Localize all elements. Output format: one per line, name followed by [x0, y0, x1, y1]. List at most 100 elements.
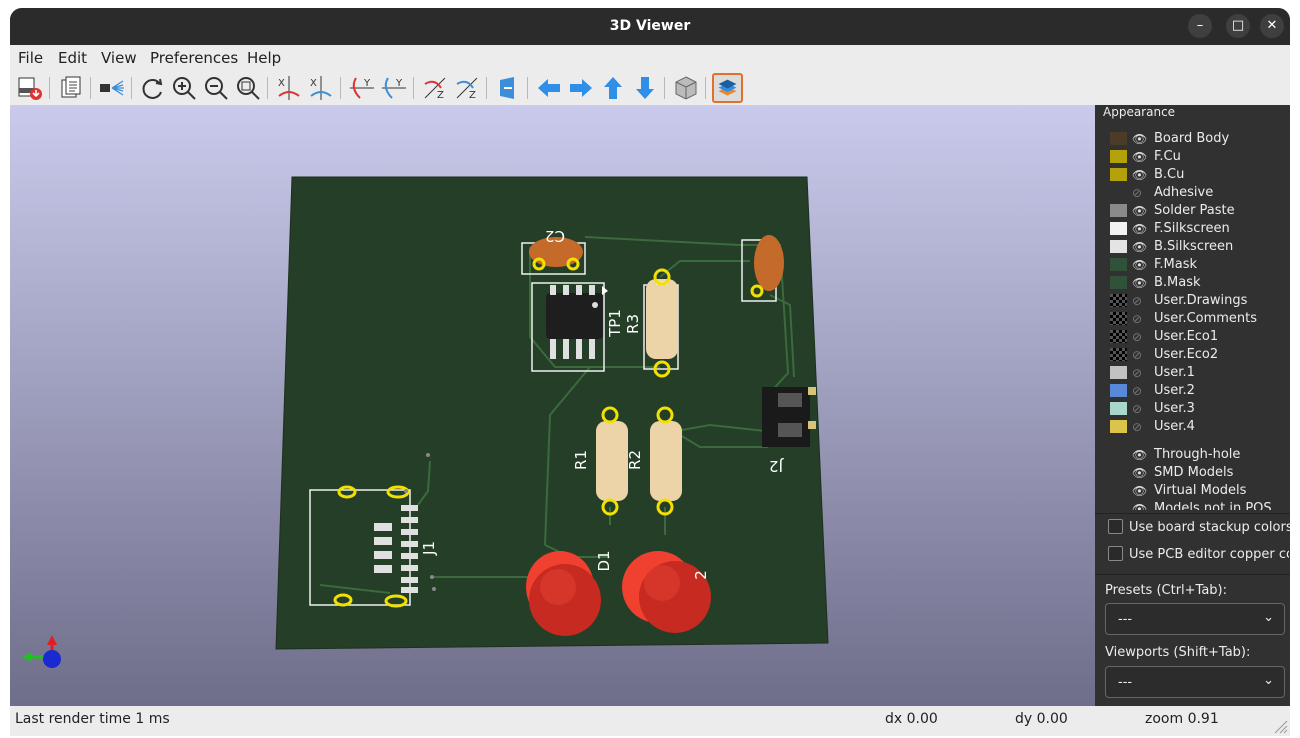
menu-edit[interactable]: Edit: [58, 49, 87, 67]
move-left-icon[interactable]: [535, 74, 563, 102]
refdes-d1: D1: [595, 550, 613, 571]
close-button[interactable]: ✕: [1260, 14, 1284, 38]
rotate-x-ccw-icon[interactable]: X: [307, 74, 335, 102]
ortho-view-icon[interactable]: [672, 74, 700, 102]
layer-color-swatch[interactable]: [1110, 384, 1127, 397]
eye-icon[interactable]: 👁: [1132, 464, 1148, 482]
menu-file[interactable]: File: [18, 49, 43, 67]
zoom-fit-icon[interactable]: [234, 74, 262, 102]
layer-color-swatch[interactable]: [1110, 258, 1127, 271]
layer-color-swatch[interactable]: [1110, 420, 1127, 433]
copper-colors-checkbox[interactable]: [1108, 546, 1123, 561]
eye-hidden-icon[interactable]: ⊘: [1132, 364, 1148, 382]
rotate-y-cw-icon[interactable]: Y: [348, 74, 376, 102]
layer-color-swatch[interactable]: [1110, 240, 1127, 253]
eye-icon[interactable]: 👁: [1132, 220, 1148, 238]
layer-row[interactable]: ⊘ Adhesive: [1110, 184, 1285, 202]
rotate-y-ccw-icon[interactable]: Y: [380, 74, 408, 102]
stackup-colors-checkbox[interactable]: [1108, 519, 1123, 534]
eye-hidden-icon[interactable]: ⊘: [1132, 418, 1148, 436]
menu-help[interactable]: Help: [247, 49, 281, 67]
rotate-x-cw-icon[interactable]: X: [275, 74, 303, 102]
move-down-icon[interactable]: [631, 74, 659, 102]
eye-hidden-icon[interactable]: ⊘: [1132, 382, 1148, 400]
layer-color-swatch[interactable]: [1110, 366, 1127, 379]
layer-row[interactable]: 👁 Board Body: [1110, 130, 1285, 148]
object-row[interactable]: 👁 Through-hole: [1110, 446, 1285, 464]
layer-color-swatch[interactable]: [1110, 204, 1127, 217]
eye-icon[interactable]: 👁: [1132, 238, 1148, 256]
zoom-in-icon[interactable]: [170, 74, 198, 102]
rotate-z-cw-icon[interactable]: Z: [421, 74, 449, 102]
chevron-down-icon: ⌄: [1263, 610, 1274, 625]
flip-board-icon[interactable]: [494, 74, 522, 102]
layer-row[interactable]: 👁 B.Cu: [1110, 166, 1285, 184]
layer-row[interactable]: ⊘ User.3: [1110, 400, 1285, 418]
move-right-icon[interactable]: [567, 74, 595, 102]
move-up-icon[interactable]: [599, 74, 627, 102]
layer-row[interactable]: 👁 B.Mask: [1110, 274, 1285, 292]
layer-color-swatch[interactable]: [1110, 222, 1127, 235]
eye-hidden-icon[interactable]: ⊘: [1132, 310, 1148, 328]
render-mode-icon[interactable]: [98, 74, 126, 102]
layer-color-swatch[interactable]: [1110, 348, 1127, 361]
layer-row[interactable]: ⊘ User.Eco1: [1110, 328, 1285, 346]
eye-icon[interactable]: 👁: [1132, 202, 1148, 220]
layer-row[interactable]: ⊘ User.Comments: [1110, 310, 1285, 328]
reload-board-icon[interactable]: [138, 74, 166, 102]
layer-color-swatch[interactable]: [1110, 312, 1127, 325]
eye-icon[interactable]: 👁: [1132, 482, 1148, 500]
show-layers-toggle[interactable]: [712, 73, 743, 103]
layer-row[interactable]: 👁 F.Silkscreen: [1110, 220, 1285, 238]
menu-preferences[interactable]: Preferences: [150, 49, 238, 67]
object-row[interactable]: 👁 SMD Models: [1110, 464, 1285, 482]
layer-color-swatch[interactable]: [1110, 402, 1127, 415]
menu-view[interactable]: View: [101, 49, 137, 67]
eye-icon[interactable]: 👁: [1132, 166, 1148, 184]
eye-hidden-icon[interactable]: ⊘: [1132, 328, 1148, 346]
layer-row[interactable]: 👁 Solder Paste: [1110, 202, 1285, 220]
toolbar-separator: [90, 77, 91, 99]
layer-color-swatch[interactable]: [1110, 294, 1127, 307]
minimize-button[interactable]: –: [1188, 14, 1212, 38]
refdes-j1: J1: [420, 541, 438, 556]
object-row[interactable]: 👁 Virtual Models: [1110, 482, 1285, 500]
layer-name: User.3: [1154, 401, 1195, 416]
render-raytrace-icon[interactable]: [15, 74, 43, 102]
layer-row[interactable]: ⊘ User.2: [1110, 382, 1285, 400]
eye-icon[interactable]: 👁: [1132, 274, 1148, 292]
layer-row[interactable]: 👁 F.Mask: [1110, 256, 1285, 274]
layer-row[interactable]: ⊘ User.1: [1110, 364, 1285, 382]
maximize-button[interactable]: □: [1226, 14, 1250, 38]
layer-color-swatch[interactable]: [1110, 186, 1127, 199]
eye-icon[interactable]: 👁: [1132, 148, 1148, 166]
object-row[interactable]: 👁 Models not in POS: [1110, 500, 1285, 510]
resize-grip-icon[interactable]: [1272, 718, 1288, 734]
layer-row[interactable]: ⊘ User.4: [1110, 418, 1285, 436]
eye-icon[interactable]: 👁: [1132, 500, 1148, 510]
rotate-z-ccw-icon[interactable]: Z: [453, 74, 481, 102]
layer-color-swatch[interactable]: [1110, 150, 1127, 163]
eye-hidden-icon[interactable]: ⊘: [1132, 346, 1148, 364]
eye-hidden-icon[interactable]: ⊘: [1132, 184, 1148, 202]
eye-hidden-icon[interactable]: ⊘: [1132, 400, 1148, 418]
layer-row[interactable]: ⊘ User.Drawings: [1110, 292, 1285, 310]
layer-row[interactable]: ⊘ User.Eco2: [1110, 346, 1285, 364]
eye-icon[interactable]: 👁: [1132, 130, 1148, 148]
dx-readout: dx 0.00: [885, 711, 938, 727]
viewports-dropdown[interactable]: --- ⌄: [1105, 666, 1285, 698]
layer-row[interactable]: 👁 F.Cu: [1110, 148, 1285, 166]
presets-dropdown[interactable]: --- ⌄: [1105, 603, 1285, 635]
layer-color-swatch[interactable]: [1110, 330, 1127, 343]
zoom-out-icon[interactable]: [202, 74, 230, 102]
layer-row[interactable]: 👁 B.Silkscreen: [1110, 238, 1285, 256]
3d-canvas[interactable]: C2 TP1 R3 R1 R2 J2 J1 D1 2: [10, 105, 1095, 706]
eye-icon[interactable]: 👁: [1132, 446, 1148, 464]
layer-color-swatch[interactable]: [1110, 168, 1127, 181]
copy-clipboard-icon[interactable]: [57, 74, 85, 102]
eye-hidden-icon[interactable]: ⊘: [1132, 292, 1148, 310]
eye-icon[interactable]: 👁: [1132, 256, 1148, 274]
title-bar: 3D Viewer – □ ✕: [10, 8, 1290, 45]
layer-color-swatch[interactable]: [1110, 276, 1127, 289]
layer-color-swatch[interactable]: [1110, 132, 1127, 145]
